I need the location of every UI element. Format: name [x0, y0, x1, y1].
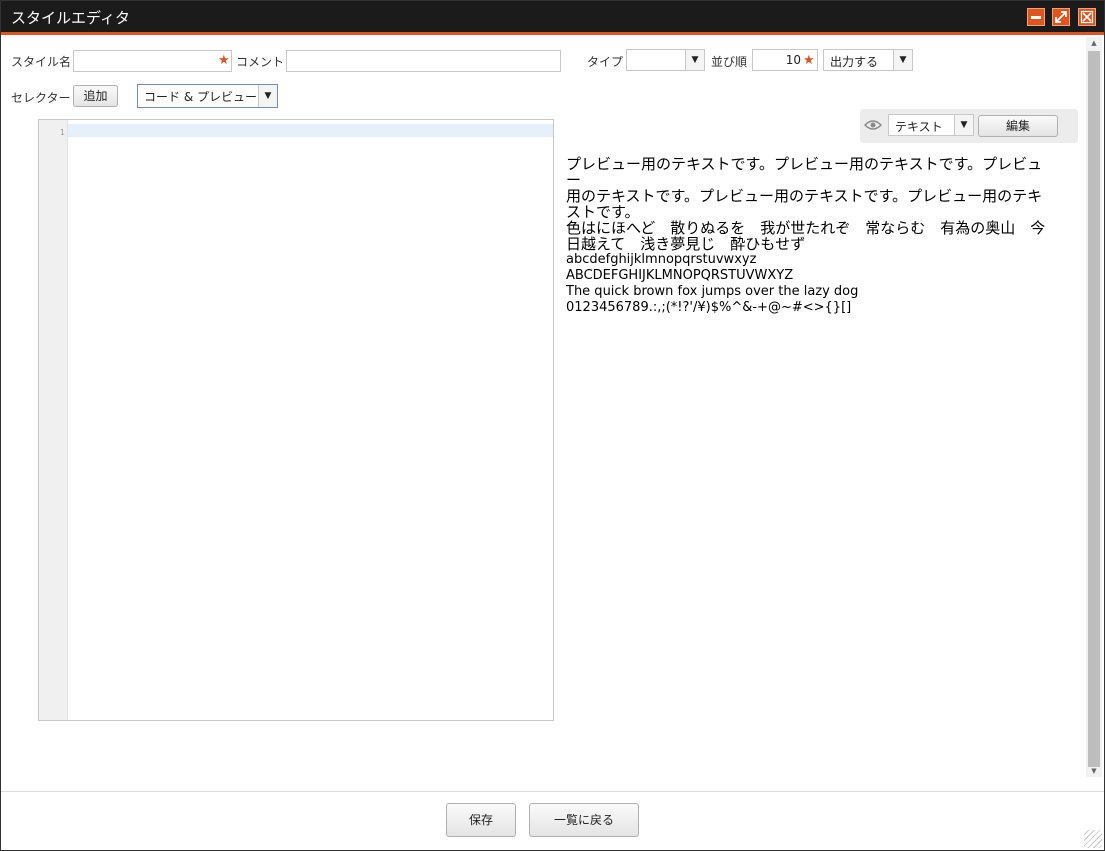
order-label: 並び順	[711, 55, 748, 69]
view-mode-select[interactable]: コード & プレビュー ▼	[137, 84, 278, 108]
footer-bar: 保存 一覧に戻る	[1, 791, 1104, 850]
save-button[interactable]: 保存	[446, 803, 516, 837]
preview-line: 0123456789.:,;(*!?'/¥)$%^&-+@~#<>{}[]	[566, 300, 852, 315]
edit-preview-button[interactable]: 編集	[978, 115, 1058, 137]
title-bar[interactable]: スタイルエディタ	[1, 1, 1104, 35]
preview-line: 用のテキストです。プレビュー用のテキストです。プレビュー用のテキ	[566, 187, 1043, 205]
line-number: 1	[59, 128, 65, 137]
preview-toolbar: テキスト ▼ 編集	[860, 109, 1078, 143]
type-label: タイプ	[587, 55, 624, 69]
preview-area: プレビュー用のテキストです。プレビュー用のテキストです。プレビュー 用のテキスト…	[566, 156, 1046, 316]
type-select[interactable]: ▼	[626, 49, 705, 71]
back-to-list-button[interactable]: 一覧に戻る	[529, 803, 639, 837]
order-value: 10	[785, 53, 801, 67]
output-value: 出力する	[830, 55, 879, 69]
selector-label: セレクター	[11, 91, 71, 105]
preview-mode-select[interactable]: テキスト ▼	[888, 114, 974, 136]
style-name-input[interactable]	[73, 50, 232, 72]
comment-label: コメント	[236, 55, 285, 69]
maximize-icon[interactable]	[1052, 8, 1070, 26]
chevron-down-icon: ▼	[258, 85, 277, 107]
preview-line: 日越えて 浅き夢見じ 酔ひもせず	[566, 235, 806, 253]
add-selector-button[interactable]: 追加	[73, 85, 118, 107]
resize-grip-icon[interactable]	[1084, 830, 1102, 848]
preview-line: プレビュー用のテキストです。プレビュー用のテキストです。プレビュー	[566, 155, 1043, 189]
style-name-label: スタイル名	[11, 55, 72, 69]
view-mode-value: コード & プレビュー	[144, 90, 257, 104]
scroll-up-icon[interactable]: ▲	[1086, 37, 1102, 49]
preview-line: abcdefghijklmnopqrstuvwxyz	[566, 252, 757, 267]
active-line[interactable]	[68, 124, 553, 137]
preview-line: 色はにほへど 散りぬるを 我が世たれぞ 常ならむ 有為の奥山 今	[566, 219, 1046, 237]
preview-mode-value: テキスト	[895, 120, 943, 134]
scrollbar-thumb[interactable]	[1088, 51, 1100, 767]
eye-icon[interactable]	[863, 118, 883, 135]
line-number-gutter: 1	[39, 120, 68, 720]
minimize-icon[interactable]	[1027, 8, 1045, 26]
style-editor-window: スタイルエディタ スタイル名 ★ コメント タイプ ▼ 並び順 10 ★ 出力す…	[0, 0, 1105, 851]
comment-input[interactable]	[286, 50, 561, 72]
code-editor[interactable]: 1	[38, 119, 554, 721]
close-icon[interactable]	[1078, 8, 1096, 26]
preview-line: ストです。	[566, 203, 640, 221]
window-title: スタイルエディタ	[11, 9, 130, 27]
chevron-down-icon: ▼	[893, 50, 912, 70]
required-star-icon: ★	[218, 53, 230, 68]
preview-line: The quick brown fox jumps over the lazy …	[566, 284, 859, 299]
preview-line: ABCDEFGHIJKLMNOPQRSTUVWXYZ	[566, 268, 794, 283]
required-star-icon: ★	[803, 53, 815, 68]
chevron-down-icon: ▼	[954, 115, 973, 135]
chevron-down-icon: ▼	[685, 50, 704, 70]
vertical-scrollbar[interactable]: ▲ ▼	[1086, 37, 1102, 777]
scroll-down-icon[interactable]: ▼	[1086, 765, 1102, 777]
output-select[interactable]: 出力する ▼	[823, 49, 913, 71]
